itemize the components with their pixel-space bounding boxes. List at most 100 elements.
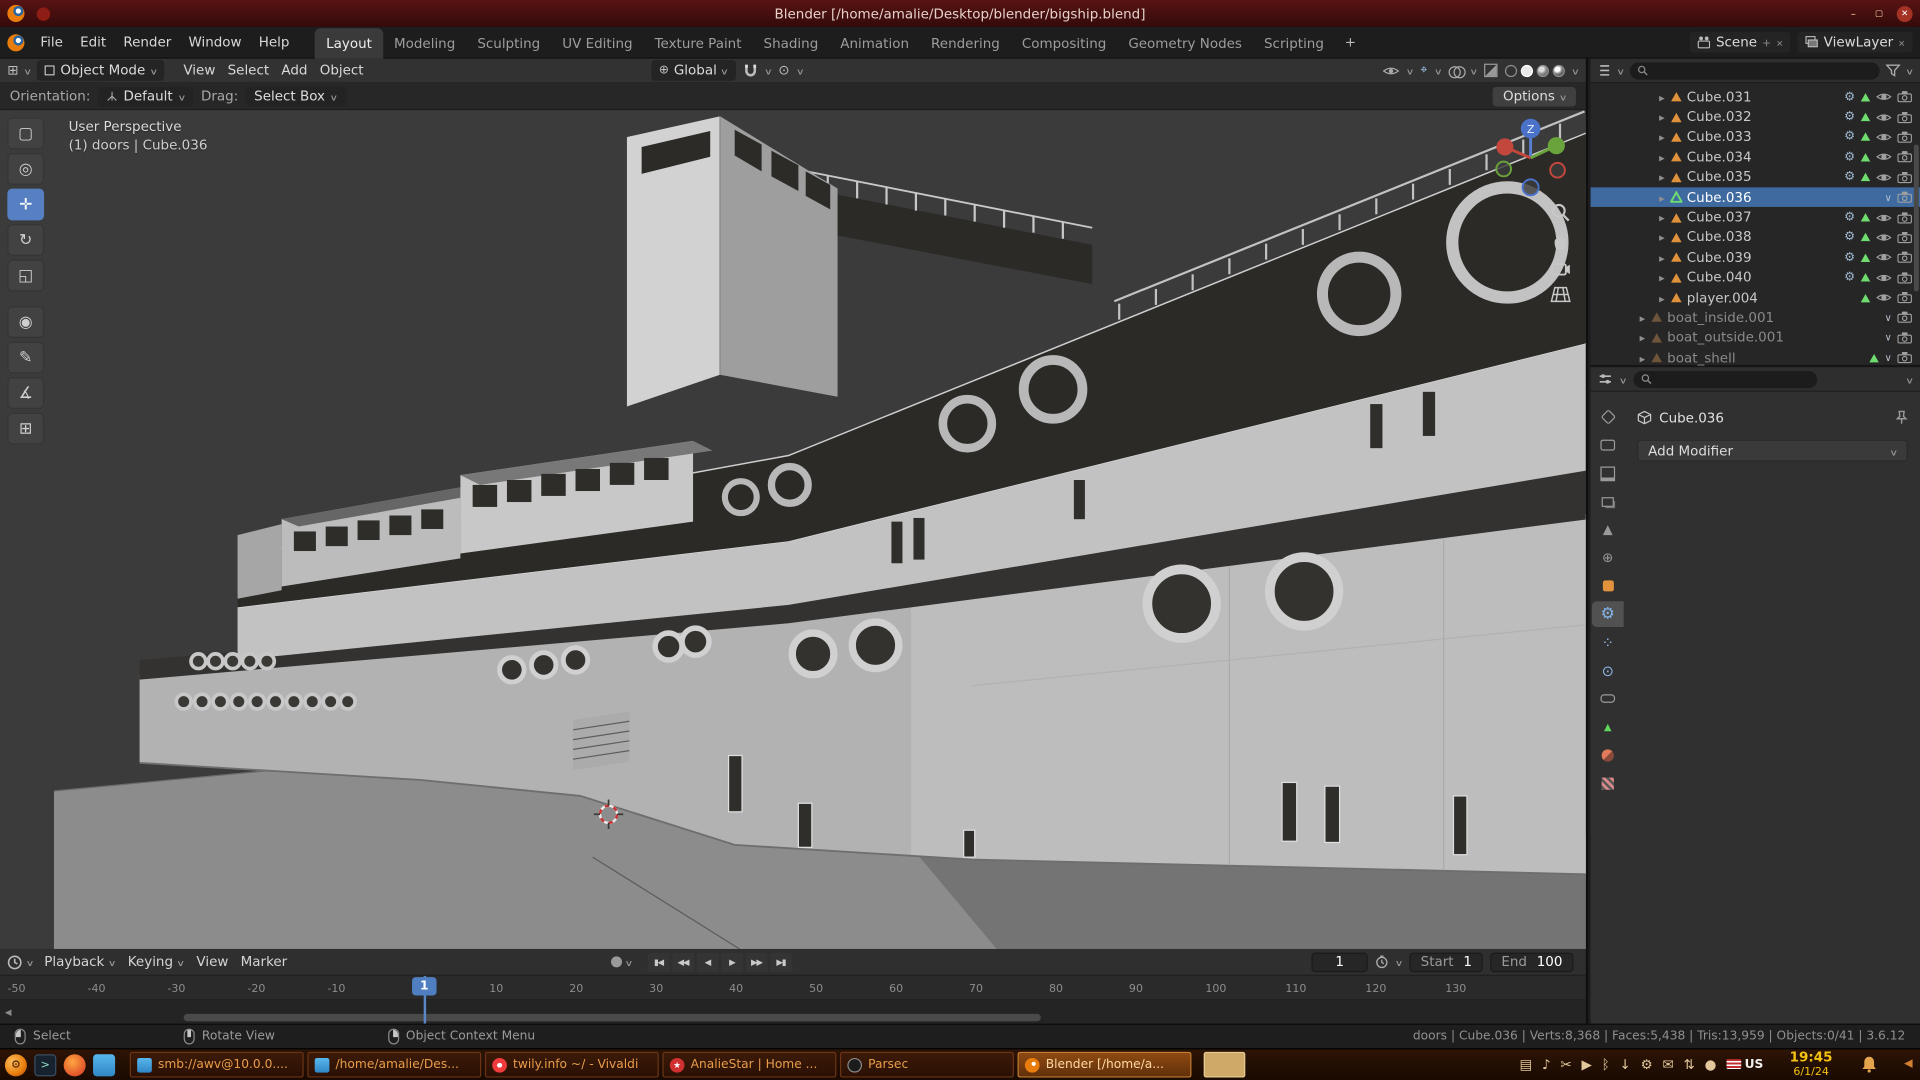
outliner-row[interactable]: Cube.036 ∨ xyxy=(1591,187,1920,207)
pan-hand-icon[interactable] xyxy=(1550,231,1571,252)
outliner-search-input[interactable] xyxy=(1653,64,1872,77)
rendered-shading-icon[interactable] xyxy=(1552,64,1564,76)
workspace-tab[interactable]: Shading xyxy=(753,28,830,59)
navigation-gizmo[interactable]: Z xyxy=(1485,113,1576,204)
launcher-icon[interactable] xyxy=(34,1054,56,1076)
expand-arrow-icon[interactable] xyxy=(1659,169,1665,185)
menubar-menu[interactable]: Render xyxy=(115,27,180,58)
outliner-row[interactable]: Cube.037 ⚙ xyxy=(1591,207,1920,227)
workspace-tab[interactable]: UV Editing xyxy=(551,28,643,59)
perspective-grid-icon[interactable] xyxy=(1550,285,1571,303)
hide-eye-icon[interactable] xyxy=(1876,151,1892,163)
timeline-tracks[interactable]: ◀ xyxy=(0,1000,1586,1023)
transport-button[interactable]: ◀◀ xyxy=(672,952,694,972)
tray-icon[interactable]: ▶ xyxy=(1581,1057,1591,1073)
taskbar-task-button[interactable]: twily.info ~/ - Vivaldi xyxy=(485,1052,659,1078)
outliner-row[interactable]: boat_shell ∨ xyxy=(1591,348,1920,368)
visibility-eye-icon[interactable] xyxy=(1382,64,1399,76)
taskbar-task-button[interactable]: smb://awv@10.0.0.... xyxy=(130,1052,304,1078)
frame-end-field[interactable]: End 100 xyxy=(1490,952,1573,972)
material-shading-icon[interactable] xyxy=(1537,64,1549,76)
playback-sync-icon[interactable] xyxy=(1375,955,1388,968)
tool-button[interactable]: ⊞ xyxy=(7,413,44,445)
tray-icon[interactable]: ⚙ xyxy=(1641,1057,1653,1073)
disable-in-render-icon[interactable] xyxy=(1897,332,1913,344)
hide-eye-icon[interactable] xyxy=(1876,271,1892,283)
launcher-icon[interactable] xyxy=(93,1054,115,1076)
camera-view-icon[interactable] xyxy=(1550,261,1571,277)
menubar-menu[interactable]: Window xyxy=(180,27,250,58)
viewport-menu[interactable]: Object xyxy=(314,58,370,82)
gizmos-toggle-icon[interactable]: ⌖ xyxy=(1420,64,1427,77)
auto-keying-record-icon[interactable] xyxy=(610,956,621,967)
outliner-row[interactable]: Cube.038 ⚙ xyxy=(1591,227,1920,247)
tray-icon[interactable]: ▤ xyxy=(1519,1057,1532,1073)
pin-icon[interactable] xyxy=(1896,410,1908,425)
outliner-row[interactable]: boat_outside.001 ∨ xyxy=(1591,328,1920,348)
disable-in-render-icon[interactable] xyxy=(1897,131,1913,143)
properties-tab[interactable] xyxy=(1592,573,1624,599)
expand-arrow-icon[interactable] xyxy=(1640,310,1646,326)
expand-arrow-icon[interactable] xyxy=(1640,330,1646,346)
properties-tab[interactable] xyxy=(1592,658,1624,684)
window-titlebar[interactable]: Blender [/home/amalie/Desktop/blender/bi… xyxy=(0,0,1920,27)
properties-tab[interactable] xyxy=(1592,629,1624,655)
hide-toggle-icon[interactable]: ∨ xyxy=(1885,312,1892,323)
outliner-editor-icon[interactable] xyxy=(1598,64,1611,77)
clock[interactable]: 19:45 6/1/24 xyxy=(1778,1051,1844,1079)
notifications-bell-icon[interactable] xyxy=(1861,1056,1877,1073)
tool-button[interactable]: ↻ xyxy=(7,224,44,256)
hide-toggle-icon[interactable]: ∨ xyxy=(1885,192,1892,203)
disable-in-render-icon[interactable] xyxy=(1897,352,1913,364)
tool-button[interactable]: ◱ xyxy=(7,260,44,292)
timeline-editor-icon[interactable] xyxy=(7,954,22,969)
snap-magnet-icon[interactable] xyxy=(743,63,758,78)
close-button[interactable] xyxy=(1897,6,1913,22)
viewport-menu[interactable]: Select xyxy=(221,58,275,82)
solid-shading-icon[interactable] xyxy=(1521,64,1533,76)
tray-icon[interactable]: ♪ xyxy=(1542,1057,1551,1073)
transport-button[interactable]: ▶ xyxy=(721,952,743,972)
viewlayer-selector[interactable]: ViewLayer xyxy=(1798,32,1913,53)
expand-arrow-icon[interactable] xyxy=(1659,209,1665,225)
hide-eye-icon[interactable] xyxy=(1876,171,1892,183)
disable-in-render-icon[interactable] xyxy=(1897,211,1913,223)
panel-hide-arrow-icon[interactable]: ◀ xyxy=(1904,1059,1912,1071)
blender-menu-icon[interactable] xyxy=(7,34,24,51)
tool-button[interactable]: ◎ xyxy=(7,153,44,185)
drag-setting-dropdown[interactable]: Select Box xyxy=(246,86,346,106)
add-workspace-button[interactable]: + xyxy=(1335,34,1366,50)
expand-arrow-icon[interactable] xyxy=(1659,89,1665,105)
menubar-menu[interactable]: Edit xyxy=(72,27,115,58)
disable-in-render-icon[interactable] xyxy=(1897,111,1913,123)
current-frame-field[interactable]: 1 xyxy=(1312,952,1368,972)
disable-in-render-icon[interactable] xyxy=(1897,251,1913,263)
scene-selector[interactable]: Scene xyxy=(1690,32,1790,53)
disable-in-render-icon[interactable] xyxy=(1897,171,1913,183)
outliner-row[interactable]: Cube.039 ⚙ xyxy=(1591,247,1920,267)
transport-button[interactable]: ▶▮ xyxy=(770,952,792,972)
shading-mode-switch[interactable] xyxy=(1505,64,1565,76)
properties-tab[interactable] xyxy=(1592,545,1624,571)
3d-viewport[interactable]: ▢ ◎ ✛ ↻ ◱ xyxy=(0,110,1586,949)
menubar-menu[interactable]: Help xyxy=(250,27,298,58)
properties-tab[interactable] xyxy=(1592,714,1624,740)
keyboard-layout-indicator[interactable]: US xyxy=(1726,1058,1763,1071)
tool-button[interactable]: ∡ xyxy=(7,377,44,409)
workspace-tab[interactable]: Sculpting xyxy=(466,28,551,59)
expand-arrow-icon[interactable] xyxy=(1640,350,1646,366)
properties-search-input[interactable] xyxy=(1657,372,1810,385)
xray-toggle-icon[interactable] xyxy=(1484,64,1497,77)
taskbar-task-button[interactable]: /home/amalie/Des... xyxy=(307,1052,481,1078)
timeline-menu[interactable]: Keying xyxy=(122,954,191,970)
disable-in-render-icon[interactable] xyxy=(1897,151,1913,163)
outliner-row[interactable]: Cube.031 ⚙ xyxy=(1591,87,1920,107)
tray-icon[interactable]: ↓ xyxy=(1620,1057,1631,1073)
mode-dropdown[interactable]: Object Mode xyxy=(37,60,164,81)
hide-eye-icon[interactable] xyxy=(1876,111,1892,123)
expand-arrow-icon[interactable] xyxy=(1659,189,1665,205)
filter-funnel-icon[interactable] xyxy=(1886,64,1901,77)
workspace-tab[interactable]: Animation xyxy=(829,28,920,59)
launcher-icon[interactable] xyxy=(5,1054,27,1076)
new-scene-icon[interactable] xyxy=(1762,34,1771,50)
